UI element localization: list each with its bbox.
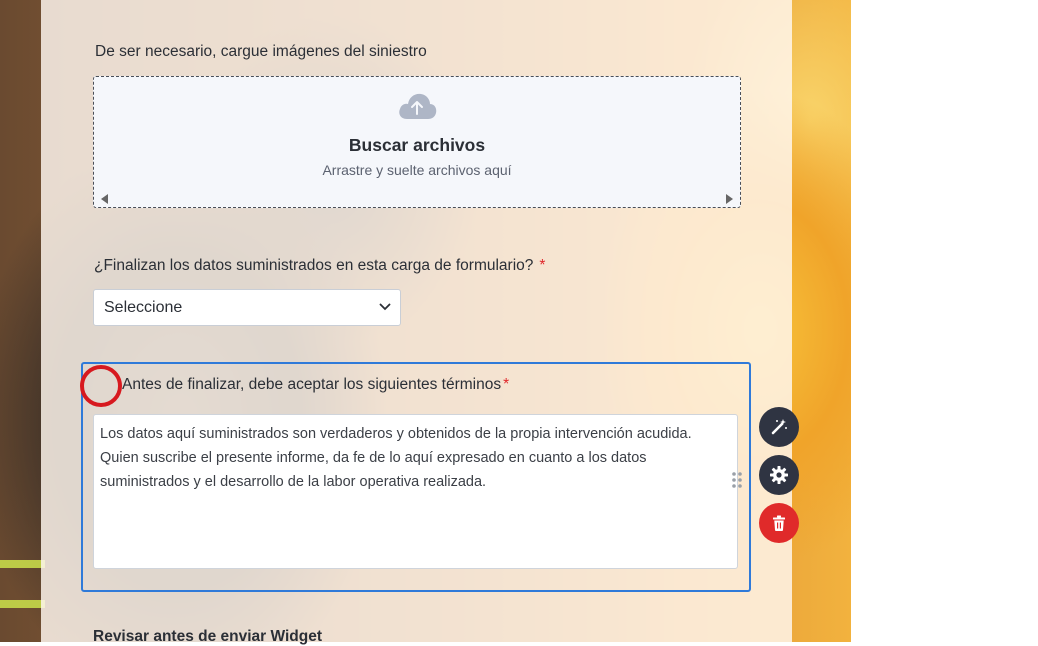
reflective-stripe — [0, 600, 45, 608]
upload-subtitle: Arrastre y suelte archivos aquí — [322, 162, 512, 178]
finalize-select[interactable]: Seleccione — [93, 289, 401, 326]
upload-title[interactable]: Buscar archivos — [94, 135, 740, 156]
settings-button[interactable] — [759, 455, 799, 495]
terms-label: Antes de finalizar, debe aceptar los sig… — [122, 376, 509, 394]
chevron-down-icon — [379, 303, 391, 311]
reflective-stripe — [0, 560, 45, 568]
question-label: ¿Finalizan los datos suministrados en es… — [94, 257, 545, 275]
magic-wand-icon — [771, 419, 787, 435]
terms-label-text: Antes de finalizar, debe aceptar los sig… — [122, 376, 502, 393]
scroll-left-arrow-icon[interactable] — [101, 194, 108, 204]
trash-icon — [773, 515, 785, 531]
file-upload-dropzone[interactable]: Buscar archivos Arrastre y suelte archiv… — [93, 76, 741, 208]
terms-text-box[interactable]: Los datos aquí suministrados son verdade… — [93, 414, 738, 569]
select-value: Seleccione — [104, 299, 183, 316]
gear-icon — [770, 466, 788, 484]
upload-label: De ser necesario, cargue imágenes del si… — [95, 43, 427, 60]
next-section-label: Revisar antes de enviar Widget — [93, 628, 323, 645]
drag-handle-icon[interactable] — [731, 471, 743, 489]
scroll-right-arrow-icon[interactable] — [726, 194, 733, 204]
delete-button[interactable] — [759, 503, 799, 543]
magic-wand-button[interactable] — [759, 407, 799, 447]
cloud-upload-icon — [399, 93, 437, 119]
required-asterisk: * — [539, 257, 546, 274]
question-text: ¿Finalizan los datos suministrados en es… — [94, 257, 534, 274]
required-asterisk: * — [503, 376, 510, 393]
highlight-circle — [80, 365, 122, 407]
